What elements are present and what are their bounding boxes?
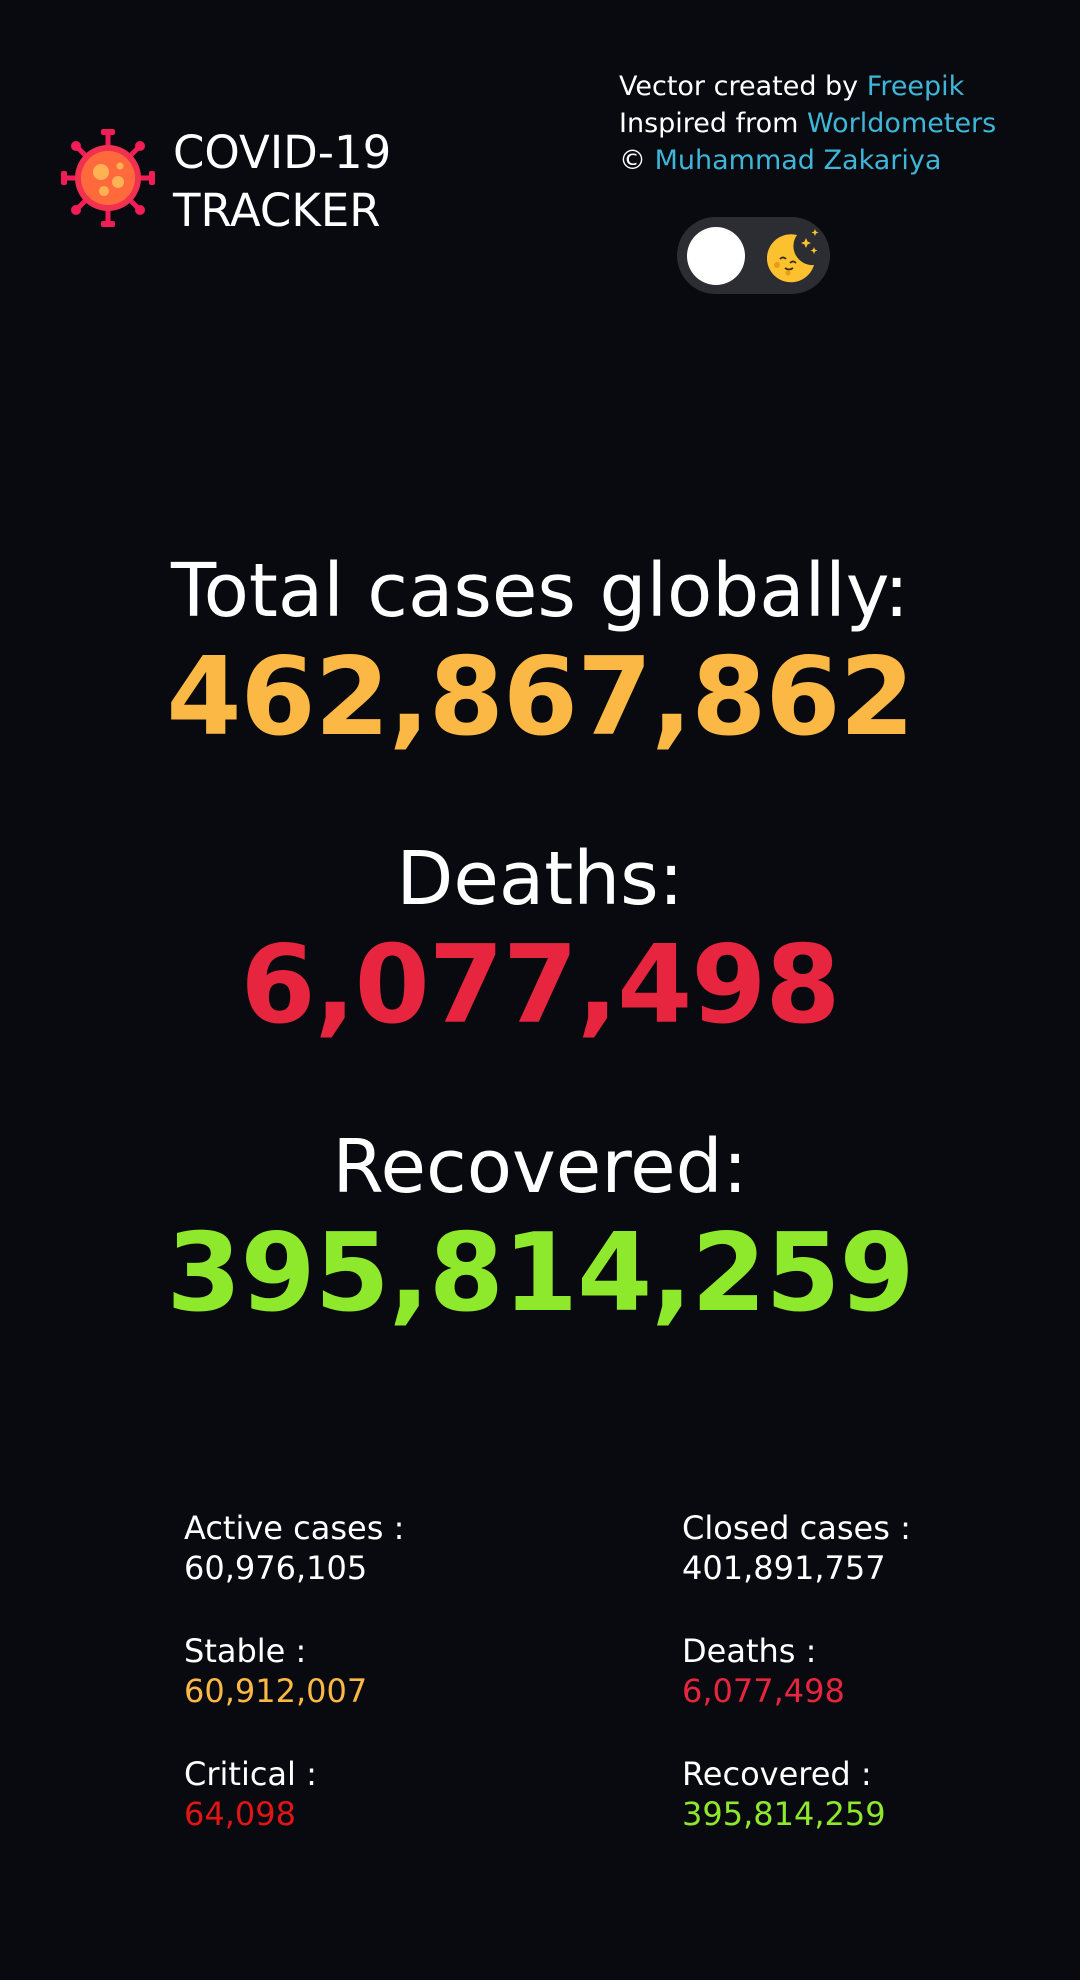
app-title-line2: TRACKER — [173, 184, 381, 237]
stable-stat: Stable : 60,912,007 — [184, 1631, 367, 1711]
recovered-section: Recovered: 395,814,259 — [0, 1122, 1080, 1336]
recovered-label: Recovered: — [332, 1124, 748, 1210]
deaths-value: 6,077,498 — [240, 923, 840, 1048]
stable-label: Stable : — [184, 1632, 307, 1670]
moon-icon — [760, 225, 822, 287]
app-title-line1: COVID-19 — [173, 126, 392, 179]
active-cases-label: Active cases : — [184, 1509, 405, 1547]
active-cases-stat: Active cases : 60,976,105 — [184, 1508, 404, 1588]
credit-inspired: Inspired from Worldometers — [619, 108, 997, 139]
author-link[interactable]: Muhammad Zakariya — [655, 145, 942, 176]
credits: Vector created by Freepik Inspired from … — [619, 68, 996, 179]
app-title: COVID-19 TRACKER — [173, 124, 391, 240]
closed-deaths-value: 6,077,498 — [682, 1672, 845, 1710]
total-cases-value: 462,867,862 — [166, 635, 914, 760]
critical-stat: Critical : 64,098 — [184, 1754, 317, 1834]
recovered-value: 395,814,259 — [166, 1211, 914, 1336]
worldometers-link[interactable]: Worldometers — [807, 108, 996, 139]
closed-recovered-label: Recovered : — [682, 1755, 872, 1793]
critical-value: 64,098 — [184, 1795, 296, 1833]
closed-cases-value: 401,891,757 — [682, 1549, 886, 1587]
theme-toggle[interactable] — [677, 217, 830, 294]
virus-logo-icon — [60, 126, 156, 230]
stable-value: 60,912,007 — [184, 1672, 368, 1710]
closed-cases-label: Closed cases : — [682, 1509, 911, 1547]
deaths-label: Deaths: — [396, 836, 684, 922]
closed-recovered-stat: Recovered : 395,814,259 — [682, 1754, 886, 1834]
closed-deaths-stat: Deaths : 6,077,498 — [682, 1631, 845, 1711]
total-cases-label: Total cases globally: — [170, 548, 910, 634]
total-cases-section: Total cases globally: 462,867,862 — [0, 546, 1080, 760]
active-cases-value: 60,976,105 — [184, 1549, 368, 1587]
freepik-link[interactable]: Freepik — [867, 71, 965, 102]
toggle-knob — [687, 227, 745, 285]
closed-cases-stat: Closed cases : 401,891,757 — [682, 1508, 911, 1588]
closed-recovered-value: 395,814,259 — [682, 1795, 886, 1833]
credit-vector: Vector created by Freepik — [619, 71, 965, 102]
deaths-section: Deaths: 6,077,498 — [0, 834, 1080, 1048]
closed-deaths-label: Deaths : — [682, 1632, 817, 1670]
critical-label: Critical : — [184, 1755, 317, 1793]
credit-author: © Muhammad Zakariya — [619, 145, 942, 176]
